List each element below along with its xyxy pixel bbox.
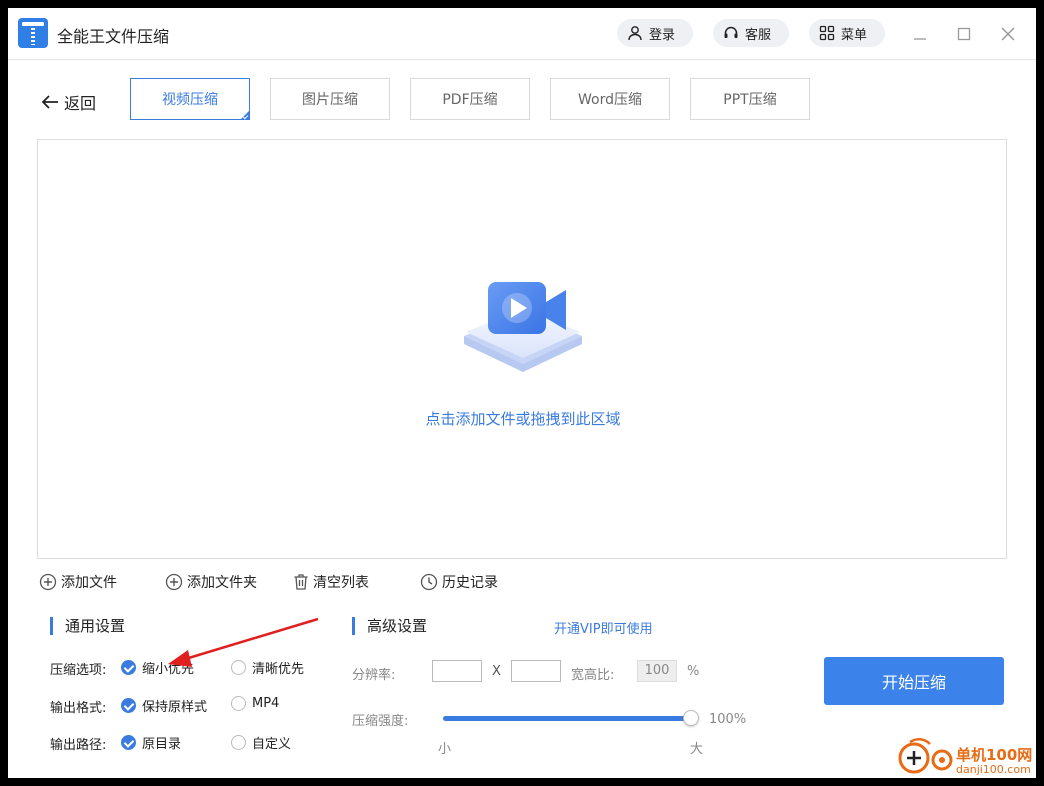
- headset-icon: [724, 26, 738, 38]
- app-window: 全能王文件压缩 登录 客服 菜单 返回 视频压缩 图片压缩 PDF压缩 Word…: [8, 8, 1036, 778]
- radio-checked-icon: [121, 735, 136, 750]
- tab-word-label: Word压缩: [578, 92, 642, 108]
- radio-checked-icon: [121, 660, 136, 675]
- arrow-left-icon: [41, 95, 58, 109]
- tab-ppt[interactable]: PPT压缩: [690, 78, 810, 120]
- strength-slider-track[interactable]: [443, 716, 692, 721]
- option-original-directory-label: 原目录: [142, 737, 182, 752]
- radio-checked-icon: [121, 698, 136, 713]
- tab-video-label: 视频压缩: [162, 92, 218, 108]
- service-label: 客服: [745, 27, 772, 43]
- aspect-ratio-label: 宽高比:: [571, 668, 615, 683]
- option-original-directory[interactable]: 原目录: [121, 733, 181, 752]
- resolution-height-input[interactable]: [511, 660, 561, 682]
- add-folder-button[interactable]: 添加文件夹: [165, 572, 257, 592]
- app-logo-icon: [18, 18, 48, 48]
- option-keep-original-label: 保持原样式: [142, 700, 208, 715]
- back-label: 返回: [64, 94, 97, 113]
- title-bar: 全能王文件压缩 登录 客服 菜单: [8, 8, 1036, 60]
- app-title: 全能王文件压缩: [57, 27, 170, 46]
- radio-unchecked-icon: [231, 735, 246, 750]
- vip-link[interactable]: 开通VIP即可使用: [554, 618, 653, 637]
- strength-value: 100%: [709, 712, 747, 727]
- radio-unchecked-icon: [231, 696, 246, 711]
- tab-video[interactable]: 视频压缩: [130, 78, 250, 120]
- advanced-settings-title: 高级设置: [352, 617, 427, 635]
- add-file-label: 添加文件: [61, 575, 117, 591]
- output-format-label: 输出格式:: [50, 701, 107, 716]
- resolution-x: X: [492, 664, 501, 679]
- tab-pdf[interactable]: PDF压缩: [410, 78, 530, 120]
- video-camera-icon: [464, 282, 582, 372]
- user-icon: [628, 26, 642, 41]
- compress-option-label: 压缩选项:: [50, 663, 107, 678]
- add-folder-label: 添加文件夹: [187, 575, 257, 591]
- option-mp4-label: MP4: [252, 696, 280, 711]
- watermark-url: danji100.com: [956, 763, 1031, 776]
- tab-image-label: 图片压缩: [302, 92, 358, 108]
- back-button[interactable]: 返回: [40, 90, 96, 114]
- percent-sign: %: [687, 664, 700, 679]
- menu-button[interactable]: 菜单: [809, 19, 885, 47]
- tab-word[interactable]: Word压缩: [550, 78, 670, 120]
- history-button[interactable]: 历史记录: [420, 572, 498, 592]
- watermark-logo-icon: [898, 738, 953, 774]
- grid-icon: [819, 25, 835, 41]
- login-label: 登录: [649, 27, 676, 43]
- clear-list-label: 清空列表: [313, 575, 369, 591]
- option-keep-original-format[interactable]: 保持原样式: [121, 696, 207, 715]
- start-compress-button[interactable]: 开始压缩: [824, 657, 1004, 705]
- tab-pdf-label: PDF压缩: [442, 92, 498, 108]
- strength-max-label: 大: [690, 742, 704, 757]
- minimize-button[interactable]: [908, 22, 932, 46]
- tab-ppt-label: PPT压缩: [723, 92, 777, 108]
- option-mp4[interactable]: MP4: [231, 696, 279, 711]
- resolution-label: 分辨率:: [352, 668, 396, 683]
- menu-label: 菜单: [841, 27, 868, 43]
- watermark-name: 单机100网: [956, 746, 1033, 764]
- plus-circle-icon: [165, 573, 183, 591]
- strength-slider-thumb[interactable]: [683, 710, 699, 726]
- option-custom-path-label: 自定义: [252, 737, 292, 752]
- customer-service-button[interactable]: 客服: [713, 19, 789, 47]
- general-settings-title: 通用设置: [50, 617, 125, 635]
- maximize-icon: [957, 27, 971, 41]
- dropzone-prompt: 点击添加文件或拖拽到此区域: [425, 410, 621, 428]
- option-custom-path[interactable]: 自定义: [231, 733, 291, 752]
- annotation-arrow: [168, 617, 319, 667]
- file-dropzone[interactable]: 点击添加文件或拖拽到此区域: [37, 139, 1007, 559]
- strength-min-label: 小: [438, 742, 452, 757]
- close-icon: [1001, 27, 1015, 41]
- resolution-width-input[interactable]: [432, 660, 482, 682]
- close-button[interactable]: [996, 22, 1020, 46]
- login-button[interactable]: 登录: [617, 19, 693, 47]
- clock-icon: [420, 573, 438, 591]
- clear-list-button[interactable]: 清空列表: [293, 572, 369, 592]
- output-path-label: 输出路径:: [50, 738, 107, 753]
- plus-circle-icon: [39, 573, 57, 591]
- history-label: 历史记录: [442, 575, 498, 591]
- add-file-button[interactable]: 添加文件: [39, 572, 117, 592]
- minimize-icon: [914, 38, 926, 40]
- tab-image[interactable]: 图片压缩: [270, 78, 390, 120]
- aspect-ratio-input[interactable]: 100: [637, 660, 677, 682]
- strength-label: 压缩强度:: [352, 714, 409, 729]
- maximize-button[interactable]: [952, 22, 976, 46]
- trash-icon: [294, 574, 308, 590]
- watermark: 单机100网 danji100.com: [884, 734, 1034, 778]
